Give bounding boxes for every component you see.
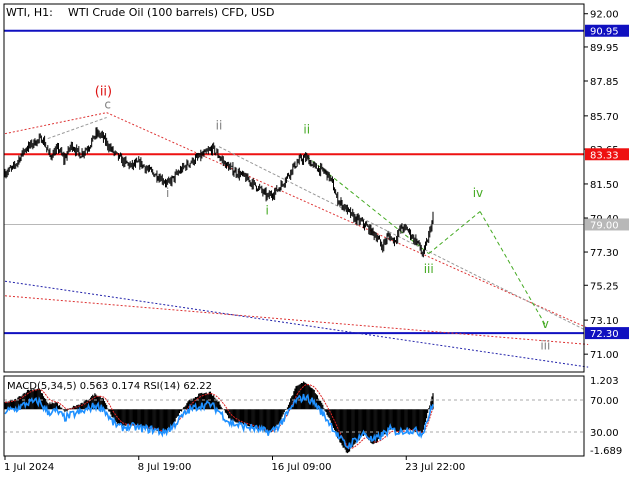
level-price-tag-label: 83.33 [590,150,619,161]
level-price-tag-label: 90.95 [590,27,619,38]
price-tick-label: 77.30 [590,248,619,259]
wave-label: iii [424,262,434,276]
wave-label: i [166,186,169,200]
wave-label: iii [540,338,550,352]
time-tick-label: 16 Jul 09:00 [272,462,332,473]
indicator-label: MACD(5,34,5) 0.563 0.174 RSI(14) 62.22 [7,381,212,392]
price-tick-label: 81.50 [590,180,619,191]
time-tick-label: 1 Jul 2024 [4,462,54,473]
wave-label: v [542,317,549,331]
wave-label: c [104,98,111,112]
wave-label: ii [303,123,310,137]
price-tick-label: 89.95 [590,43,619,54]
price-tick-label: 92.00 [590,10,619,21]
price-tick-label: 87.85 [590,77,619,88]
indicator-axis-label: 30.00 [590,428,619,439]
price-tick-label: 85.70 [590,112,619,123]
chart-description: WTI Crude Oil (100 barrels) CFD, USD [68,6,274,19]
wave-label: iv [473,186,483,200]
indicator-axis-label: -1.689 [590,446,622,457]
indicator-axis-label: 1.203 [590,376,619,387]
price-tick-label: 75.25 [590,281,619,292]
wave-label: i [265,204,268,218]
wave-label: ii [216,119,223,133]
price-tick-label: 71.00 [590,350,619,361]
chart-symbol: WTI, H1: [6,6,53,19]
chart-window[interactable]: (ii)ciiiiiiiviiiviii 92.0089.9587.8585.7… [0,0,640,480]
indicator-axis-label: 70.00 [590,396,619,407]
time-tick-label: 23 Jul 22:00 [405,462,465,473]
time-tick-label: 8 Jul 19:00 [138,462,192,473]
level-price-tag-label: 72.30 [590,329,619,340]
price-tick-label: 73.10 [590,316,619,327]
level-price-tag-label: 79.00 [590,220,619,231]
